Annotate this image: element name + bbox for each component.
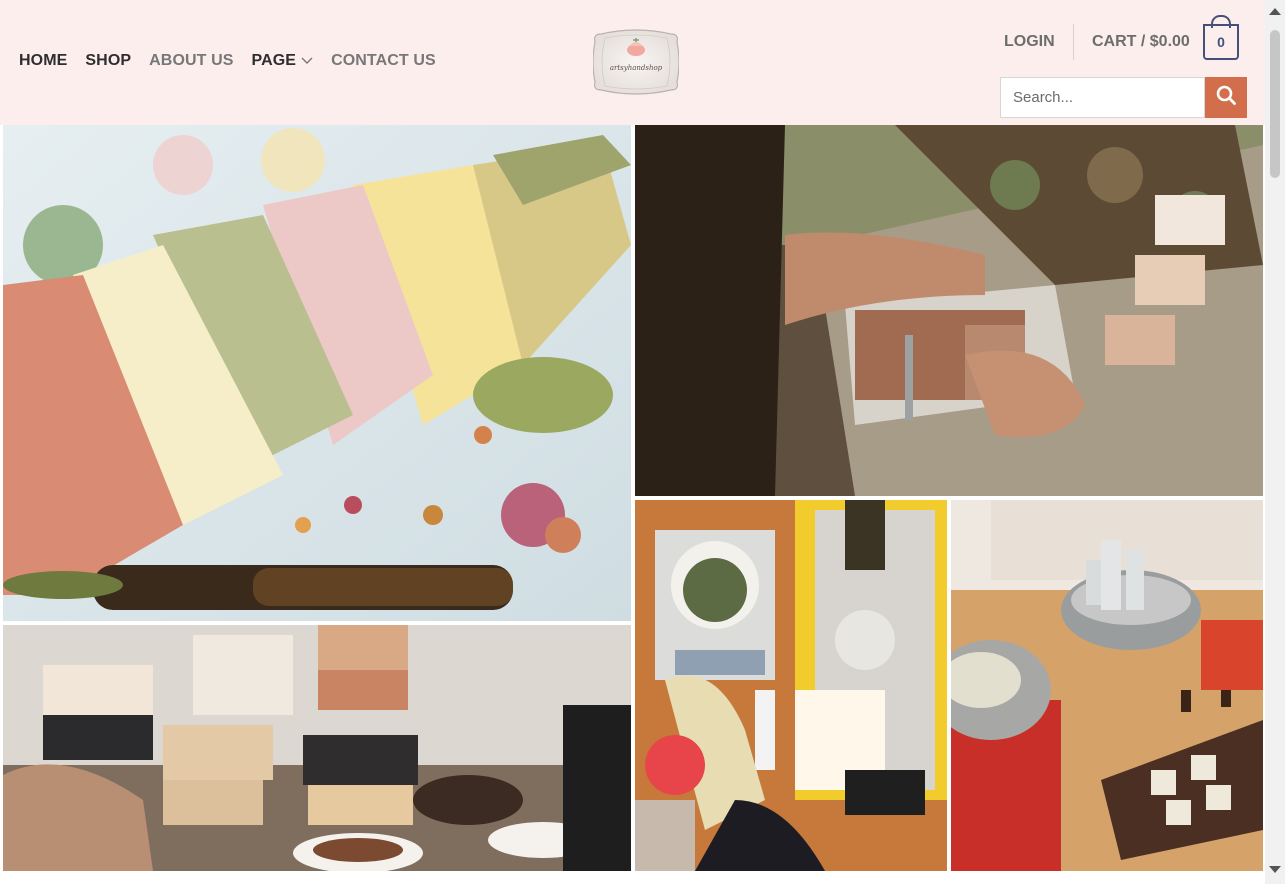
gallery-image-melting-soap-base[interactable] [951,500,1263,871]
nav-home-label: HOME [19,52,68,69]
nav-home[interactable]: HOME [19,52,67,70]
cart-link[interactable]: CART / $0.00 [1092,33,1190,51]
cart-count: 0 [1217,34,1225,50]
site-header: HOME SHOP ABOUT US PAGE CONTACT US artsy… [0,0,1265,125]
site-logo[interactable]: artsyhandshop [592,28,680,96]
scroll-up-arrow-icon[interactable] [1269,8,1281,15]
search-icon [1216,85,1236,110]
gallery-image-soap-stacks[interactable] [3,625,631,871]
cart-count-badge[interactable]: 0 [1203,24,1239,60]
gallery-image-cutting-soap[interactable] [635,125,1263,496]
gallery-image-soap-bars[interactable] [3,125,631,621]
nav-shop[interactable]: SHOP [85,52,131,70]
scrollbar-thumb[interactable] [1270,30,1280,178]
login-link[interactable]: LOGIN [1004,33,1055,51]
main-nav: HOME SHOP ABOUT US PAGE CONTACT US [19,52,454,70]
scroll-down-arrow-icon[interactable] [1269,866,1281,873]
search-input[interactable] [1000,77,1205,118]
nav-contact-label: CONTACT US [331,52,436,69]
nav-about-us[interactable]: ABOUT US [149,52,233,70]
nav-contact-us[interactable]: CONTACT US [331,52,436,70]
nav-about-label: ABOUT US [149,52,234,69]
nav-page[interactable]: PAGE [252,52,314,70]
nav-page-label: PAGE [251,52,297,69]
search-button[interactable] [1205,77,1247,118]
header-divider [1073,24,1074,60]
nav-shop-label: SHOP [85,52,132,69]
gallery-image-weighing-ingredients[interactable] [635,500,947,871]
svg-text:artsyhandshop: artsyhandshop [610,64,663,72]
chevron-down-icon [301,52,313,70]
